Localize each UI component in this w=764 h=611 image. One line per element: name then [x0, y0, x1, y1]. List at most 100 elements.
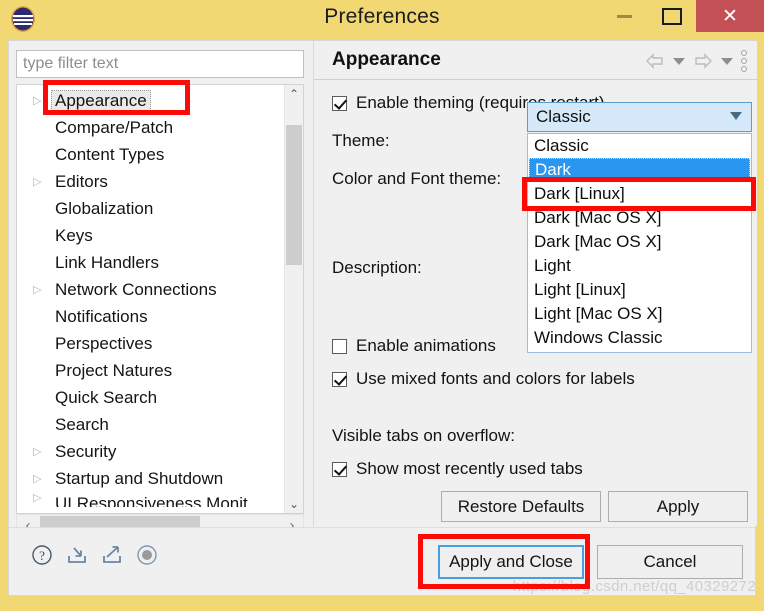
- sidebar-item-editors[interactable]: ▷ Editors: [17, 169, 285, 196]
- visible-tabs-label-row: Visible tabs on overflow:: [332, 426, 515, 446]
- sidebar-item-label: Compare/Patch: [55, 118, 174, 137]
- restore-defaults-button[interactable]: Restore Defaults: [441, 491, 601, 522]
- sidebar-item-network-connections[interactable]: ▷ Network Connections: [17, 277, 285, 304]
- record-icon[interactable]: [136, 544, 158, 566]
- forward-arrow-icon[interactable]: [693, 53, 713, 69]
- preferences-content-pane: Appearance Enable theming (requires rest…: [313, 41, 757, 526]
- sidebar-item-label: Appearance: [51, 90, 151, 113]
- color-font-theme-label-row: Color and Font theme:: [332, 169, 501, 189]
- scroll-up-icon[interactable]: ⌃: [285, 85, 303, 103]
- theme-option-windows-classic[interactable]: Windows Classic: [528, 326, 751, 350]
- theme-combobox-popup[interactable]: Classic Dark Dark [Linux] Dark [Mac OS X…: [527, 133, 752, 353]
- preferences-window: Preferences ✕ ▷ Appearance ▷ Compare/Pat: [0, 0, 764, 611]
- sidebar-item-label: Keys: [55, 226, 93, 245]
- theme-option-dark-macosx-2[interactable]: Dark [Mac OS X]: [528, 230, 751, 254]
- color-font-theme-label: Color and Font theme:: [332, 169, 502, 188]
- sidebar-item-label: Content Types: [55, 145, 165, 164]
- sidebar-item-label: Search: [55, 415, 109, 434]
- window-controls: ✕: [600, 0, 764, 40]
- show-mru-tabs-checkbox[interactable]: [332, 461, 347, 477]
- scroll-down-icon[interactable]: ⌄: [285, 495, 303, 513]
- enable-animations-checkbox[interactable]: [332, 338, 347, 354]
- help-icon[interactable]: ?: [31, 544, 53, 566]
- visible-tabs-label: Visible tabs on overflow:: [332, 426, 516, 445]
- sidebar-item-label: Quick Search: [55, 388, 158, 407]
- svg-text:?: ?: [39, 548, 45, 563]
- sidebar-item-search[interactable]: ▷ Search: [17, 412, 285, 439]
- sidebar-item-ui-responsiveness-monitoring[interactable]: ▷ UI Responsiveness Monit: [17, 493, 285, 507]
- preferences-tree[interactable]: ▷ Appearance ▷ Compare/Patch ▷ Content T…: [16, 84, 304, 514]
- sidebar-item-label: UI Responsiveness Monit: [55, 494, 248, 507]
- theme-option-light-macosx[interactable]: Light [Mac OS X]: [528, 302, 751, 326]
- sidebar-item-quick-search[interactable]: ▷ Quick Search: [17, 385, 285, 412]
- expand-arrow-icon[interactable]: ▷: [33, 447, 51, 458]
- minimize-button[interactable]: [600, 0, 648, 32]
- sidebar-item-label: Notifications: [55, 307, 148, 326]
- sidebar-item-label: Security: [55, 442, 117, 461]
- theme-option-light[interactable]: Light: [528, 254, 751, 278]
- sidebar-item-label: Startup and Shutdown: [55, 469, 224, 488]
- sidebar-item-label: Perspectives: [55, 334, 153, 353]
- appearance-form: Enable theming (requires restart) Theme:…: [314, 81, 757, 526]
- theme-option-dark[interactable]: Dark: [529, 158, 750, 182]
- expand-arrow-icon[interactable]: ▷: [33, 474, 51, 485]
- cancel-button[interactable]: Cancel: [597, 545, 743, 579]
- expand-arrow-icon[interactable]: ▷: [33, 285, 51, 296]
- expand-arrow-icon[interactable]: ▷: [33, 96, 51, 107]
- page-toolbar: [645, 50, 747, 72]
- expand-arrow-icon[interactable]: ▷: [33, 493, 51, 504]
- sidebar-item-project-natures[interactable]: ▷ Project Natures: [17, 358, 285, 385]
- use-mixed-fonts-row[interactable]: Use mixed fonts and colors for labels: [332, 369, 635, 389]
- apply-button[interactable]: Apply: [608, 491, 748, 522]
- expand-arrow-icon[interactable]: ▷: [33, 177, 51, 188]
- footer-icons: ?: [31, 544, 158, 566]
- sidebar-item-compare-patch[interactable]: ▷ Compare/Patch: [17, 115, 285, 142]
- description-label: Description:: [332, 258, 422, 277]
- maximize-button[interactable]: [648, 0, 696, 32]
- apply-and-close-button[interactable]: Apply and Close: [438, 545, 584, 579]
- theme-label-row: Theme:: [332, 131, 390, 151]
- enable-theming-checkbox[interactable]: [332, 95, 347, 111]
- chevron-down-icon[interactable]: [730, 112, 742, 120]
- sidebar-item-security[interactable]: ▷ Security: [17, 439, 285, 466]
- page-header: Appearance: [314, 41, 757, 80]
- theme-option-light-linux[interactable]: Light [Linux]: [528, 278, 751, 302]
- theme-option-dark-linux[interactable]: Dark [Linux]: [528, 182, 751, 206]
- tree-list: ▷ Appearance ▷ Compare/Patch ▷ Content T…: [17, 85, 285, 507]
- sidebar-item-perspectives[interactable]: ▷ Perspectives: [17, 331, 285, 358]
- vertical-dots-menu-icon[interactable]: [741, 50, 747, 72]
- sidebar-item-notifications[interactable]: ▷ Notifications: [17, 304, 285, 331]
- sidebar-item-globalization[interactable]: ▷ Globalization: [17, 196, 285, 223]
- back-history-chevron-down-icon[interactable]: [673, 57, 685, 65]
- back-arrow-icon[interactable]: [645, 53, 665, 69]
- sidebar-item-appearance[interactable]: ▷ Appearance: [17, 88, 285, 115]
- sidebar-item-label: Globalization: [55, 199, 154, 218]
- sidebar-item-label: Project Natures: [55, 361, 173, 380]
- export-preferences-icon[interactable]: [101, 544, 123, 566]
- show-mru-tabs-label: Show most recently used tabs: [356, 459, 583, 478]
- sidebar-item-link-handlers[interactable]: ▷ Link Handlers: [17, 250, 285, 277]
- sidebar-item-label: Link Handlers: [55, 253, 159, 272]
- title-bar: Preferences ✕: [0, 0, 764, 40]
- sidebar-item-startup-and-shutdown[interactable]: ▷ Startup and Shutdown: [17, 466, 285, 493]
- sidebar-item-keys[interactable]: ▷ Keys: [17, 223, 285, 250]
- theme-option-classic[interactable]: Classic: [528, 134, 751, 158]
- close-button[interactable]: ✕: [696, 0, 764, 32]
- preferences-dialog: ▷ Appearance ▷ Compare/Patch ▷ Content T…: [8, 40, 757, 596]
- import-preferences-icon[interactable]: [66, 544, 88, 566]
- use-mixed-fonts-checkbox[interactable]: [332, 371, 347, 387]
- sidebar-item-label: Editors: [55, 172, 108, 191]
- forward-history-chevron-down-icon[interactable]: [721, 57, 733, 65]
- preferences-sidebar: ▷ Appearance ▷ Compare/Patch ▷ Content T…: [9, 41, 312, 536]
- watermark: https://blog.csdn.net/qq_40329272: [512, 578, 756, 595]
- enable-animations-row[interactable]: Enable animations: [332, 336, 496, 356]
- theme-option-dark-macosx-1[interactable]: Dark [Mac OS X]: [528, 206, 751, 230]
- theme-combobox[interactable]: Classic: [527, 102, 752, 132]
- scrollbar-thumb[interactable]: [286, 125, 302, 265]
- enable-animations-label: Enable animations: [356, 336, 496, 355]
- filter-input[interactable]: [16, 50, 304, 78]
- show-mru-tabs-row[interactable]: Show most recently used tabs: [332, 459, 583, 479]
- tree-vertical-scrollbar[interactable]: ⌃ ⌄: [284, 85, 303, 513]
- sidebar-item-content-types[interactable]: ▷ Content Types: [17, 142, 285, 169]
- theme-combobox-value: Classic: [536, 107, 591, 126]
